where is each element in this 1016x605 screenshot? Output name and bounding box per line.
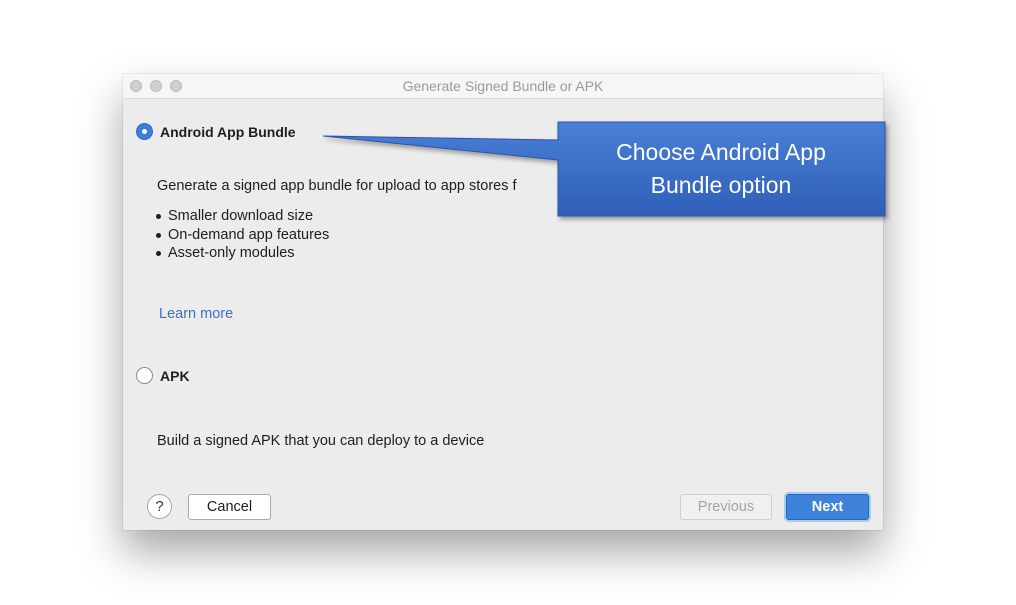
apk-description: Build a signed APK that you can deploy t… xyxy=(157,433,485,449)
callout-text: Choose Android App Bundle option xyxy=(616,139,826,198)
bundle-description: Generate a signed app bundle for upload … xyxy=(157,178,517,194)
help-button[interactable]: ? xyxy=(147,494,172,519)
android-app-bundle-label[interactable]: Android App Bundle xyxy=(160,124,296,140)
apk-label[interactable]: APK xyxy=(160,368,190,384)
screenshot-stage: Generate Signed Bundle or APK Android Ap… xyxy=(0,0,1016,605)
list-item: Smaller download size xyxy=(155,207,329,226)
android-app-bundle-radio[interactable] xyxy=(136,123,153,140)
window-title: Generate Signed Bundle or APK xyxy=(402,78,604,94)
apk-radio[interactable] xyxy=(136,367,153,384)
previous-button[interactable]: Previous xyxy=(680,494,772,520)
list-item: Asset-only modules xyxy=(155,244,329,263)
bundle-feature-list: Smaller download size On-demand app feat… xyxy=(155,207,329,263)
list-item: On-demand app features xyxy=(155,226,329,245)
title-bar: Generate Signed Bundle or APK xyxy=(123,74,883,99)
next-button[interactable]: Next xyxy=(786,494,869,520)
learn-more-link[interactable]: Learn more xyxy=(159,306,233,322)
cancel-button[interactable]: Cancel xyxy=(188,494,271,520)
